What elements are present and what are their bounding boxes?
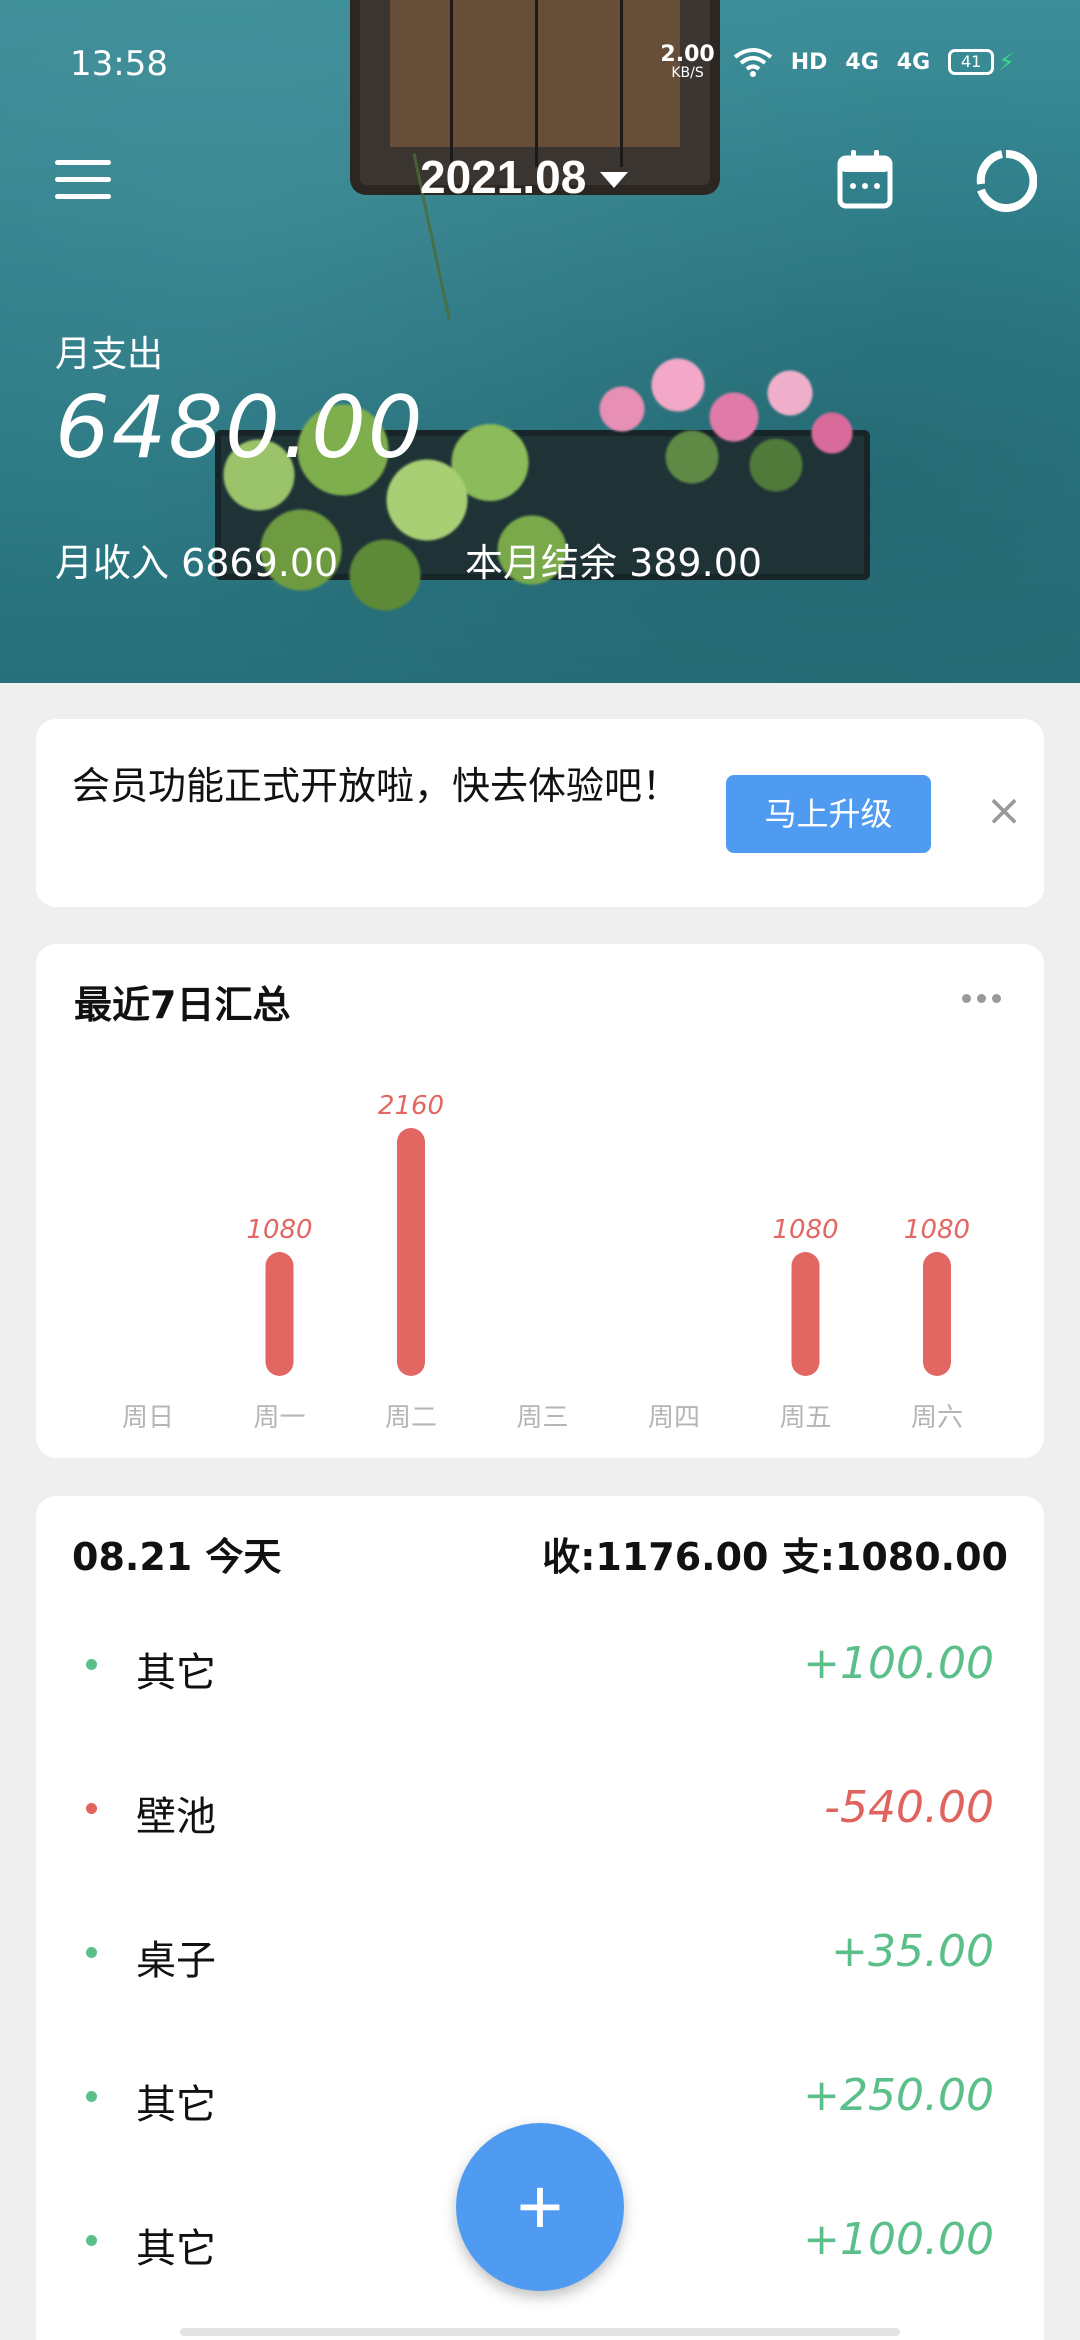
type-dot <box>86 1947 97 1958</box>
network-speed: 2.00 KB/S <box>660 42 715 81</box>
chevron-down-icon <box>600 172 629 188</box>
bar-value-label: 2160 <box>378 1091 444 1121</box>
item-category: 桌子 <box>136 1938 216 1984</box>
weekly-summary-title: 最近7日汇总 <box>74 983 291 1027</box>
more-options-icon[interactable] <box>962 994 1001 1003</box>
promo-text: 会员功能正式开放啦，快去体验吧！ <box>72 764 681 808</box>
month-selector[interactable]: 2021.08 <box>420 150 629 204</box>
menu-icon[interactable] <box>55 160 111 200</box>
battery-icon: 41 ⚡ <box>948 48 1015 76</box>
list-item[interactable]: 壁池 -540.00 <box>36 1736 1044 1880</box>
monthly-income: 月收入 6869.00 <box>55 541 339 585</box>
add-record-button[interactable]: + <box>456 2123 624 2291</box>
home-indicator[interactable] <box>180 2328 900 2336</box>
item-category: 其它 <box>136 1650 216 1696</box>
day-totals: 收:1176.00 支:1080.00 <box>542 1535 1008 1579</box>
type-dot <box>86 2235 97 2246</box>
type-dot <box>86 1659 97 1670</box>
item-amount: +100.00 <box>803 1638 994 1689</box>
wifi-icon <box>733 48 772 77</box>
status-bar: 13:58 2.00 KB/S HD 4G 4G 41 ⚡ <box>0 40 1080 90</box>
chart-bar <box>791 1252 820 1376</box>
promo-card: 会员功能正式开放啦，快去体验吧！ 马上升级 × <box>36 719 1044 907</box>
monthly-expense-label: 月支出 <box>55 334 164 375</box>
type-dot <box>86 2091 97 2102</box>
x-tick-label: 周二 <box>385 1403 437 1433</box>
bar-value-label: 1080 <box>772 1215 838 1245</box>
day-date: 08.21 今天 <box>72 1535 282 1579</box>
type-dot <box>86 1803 97 1814</box>
monthly-balance: 本月结余 389.00 <box>465 541 763 585</box>
close-icon[interactable]: × <box>984 789 1024 833</box>
pie-chart-icon[interactable] <box>975 150 1037 212</box>
item-amount: +100.00 <box>803 2214 994 2265</box>
x-tick-label: 周五 <box>779 1403 831 1433</box>
x-tick-label: 周四 <box>648 1403 700 1433</box>
item-amount: +250.00 <box>803 2070 994 2121</box>
upgrade-button[interactable]: 马上升级 <box>726 775 931 853</box>
hd-indicator: HD <box>790 49 828 75</box>
weekly-summary-card: 周日 1080 周一 2160 周二 周三 周四 1080 周五 1080 周六 最近7日汇总 <box>36 944 1044 1458</box>
x-tick-label: 周一 <box>253 1403 305 1433</box>
list-item[interactable]: 桌子 +35.00 <box>36 1880 1044 2024</box>
calendar-icon[interactable] <box>837 150 893 210</box>
signal-sim2-icon: 4G <box>896 49 931 75</box>
x-tick-label: 周六 <box>911 1403 963 1433</box>
chart-bar <box>265 1252 294 1376</box>
x-tick-label: 周日 <box>122 1403 174 1433</box>
x-tick-label: 周三 <box>516 1403 568 1433</box>
list-item[interactable]: 其它 +100.00 <box>36 1592 1044 1736</box>
item-category: 其它 <box>136 2226 216 2272</box>
item-amount: +35.00 <box>831 1926 994 1977</box>
bar-value-label: 1080 <box>904 1215 970 1245</box>
monthly-expense-value: 6480.00 <box>55 378 425 478</box>
item-category: 其它 <box>136 2082 216 2128</box>
item-amount: -540.00 <box>824 1782 994 1833</box>
bar-value-label: 1080 <box>246 1215 312 1245</box>
signal-sim1-icon: 4G <box>845 49 879 75</box>
status-time: 13:58 <box>70 44 168 84</box>
chart-bar <box>923 1252 951 1376</box>
chart-bar <box>397 1128 425 1376</box>
item-category: 壁池 <box>136 1794 216 1840</box>
month-label: 2021.08 <box>420 151 587 203</box>
